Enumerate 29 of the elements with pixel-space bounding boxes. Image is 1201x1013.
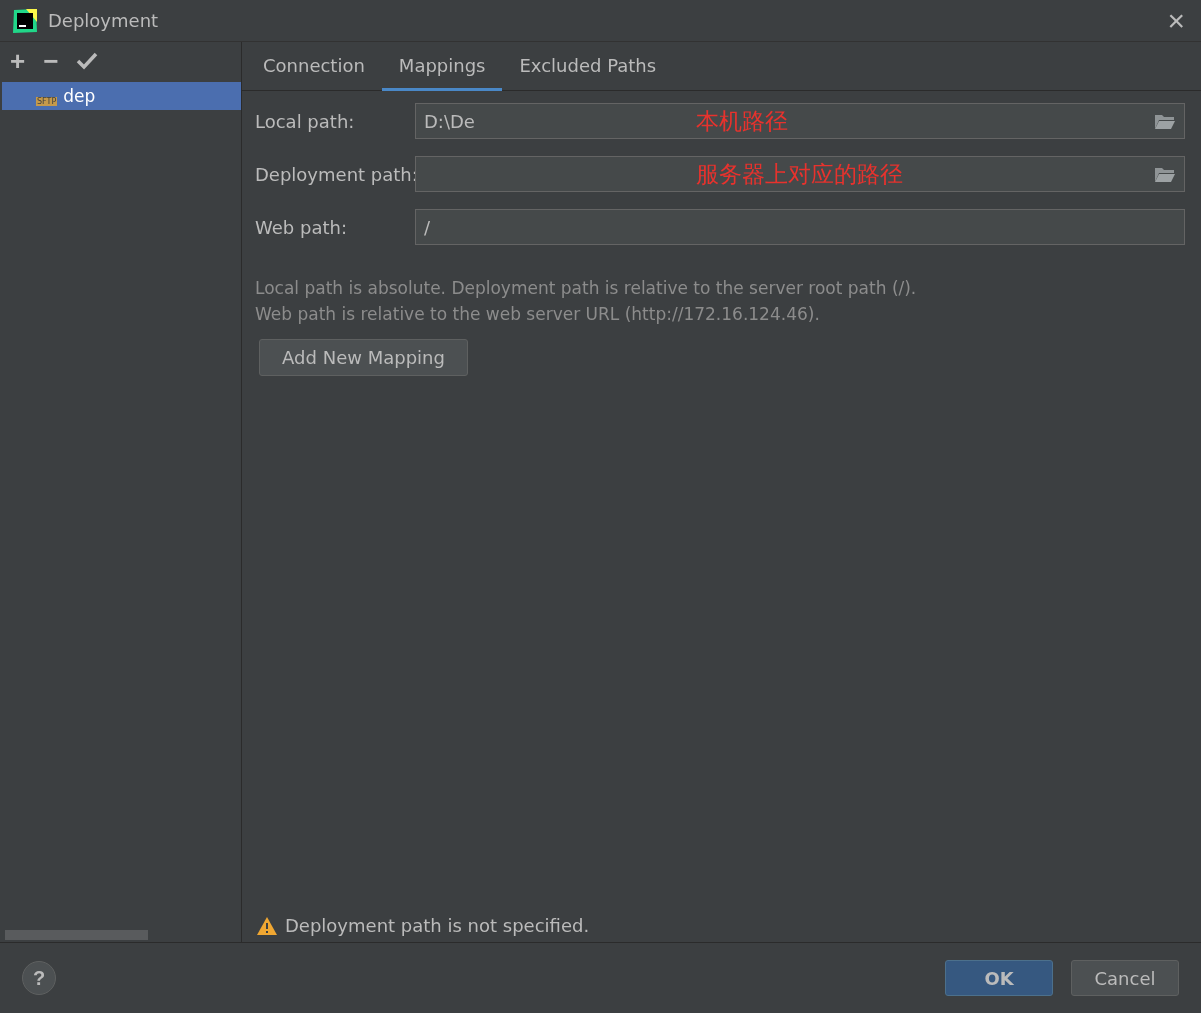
server-item[interactable]: SFTP dep: [2, 82, 241, 110]
help-text: Web path is relative to the web server URL (http://172.16.124.46).: [255, 303, 821, 326]
warning-text: Deployment path is not specified.: [285, 915, 590, 936]
help-text: Local path is absolute. Deployment path is relative to the server root path (/).: [255, 277, 918, 300]
check-icon[interactable]: [76, 52, 99, 70]
folder-icon[interactable]: [1154, 165, 1176, 183]
annotation: 本机路径: [696, 107, 788, 136]
dialog-button[interactable]: OK: [945, 960, 1053, 996]
annotation: 服务器上对应的路径: [696, 160, 903, 189]
app-logo-icon: [12, 7, 38, 34]
close-button[interactable]: ×: [1163, 5, 1189, 36]
field-label: Deployment path:: [255, 163, 415, 185]
help-button[interactable]: ?: [22, 961, 56, 995]
add-mapping-button[interactable]: Add New Mapping: [259, 339, 468, 376]
window-title: Deployment: [48, 10, 160, 31]
tab[interactable]: Connection: [246, 42, 382, 91]
dialog-button[interactable]: Cancel: [1071, 960, 1179, 996]
sftp-badge: SFTP: [36, 96, 58, 106]
field-label: Local path:: [255, 110, 356, 132]
tab[interactable]: Excluded Paths: [502, 42, 674, 91]
path-field[interactable]: D:\De 本机路径: [415, 103, 1185, 139]
path-field[interactable]: /: [415, 209, 1185, 245]
tab[interactable]: Mappings: [381, 42, 503, 91]
scrollbar[interactable]: [5, 930, 148, 940]
warning-icon: [257, 916, 277, 935]
folder-icon[interactable]: [1154, 112, 1176, 130]
add-button[interactable]: +: [10, 48, 26, 74]
remove-button[interactable]: −: [43, 48, 59, 74]
field-label: Web path:: [255, 216, 348, 238]
